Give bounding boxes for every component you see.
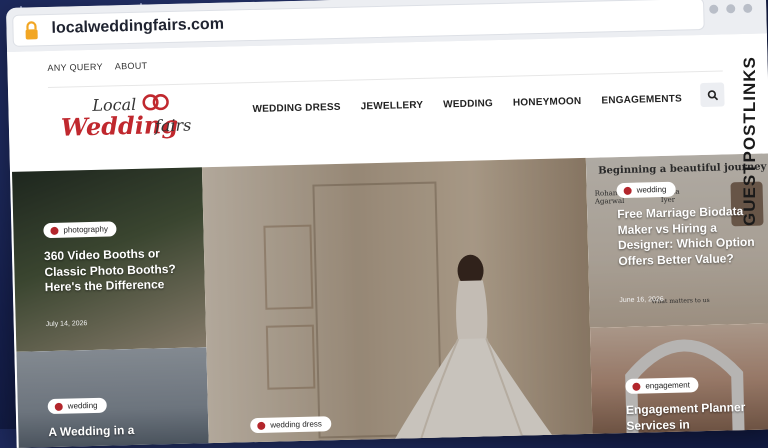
- web-page: ANY QUERY ABOUT Local Wedding fairs WEDD…: [7, 33, 768, 448]
- search-icon: [707, 89, 718, 100]
- post-card[interactable]: photography 360 Video Booths or Classic …: [12, 167, 207, 352]
- window-dot[interactable]: [709, 4, 719, 14]
- category-tag[interactable]: wedding: [47, 397, 107, 415]
- window-dot[interactable]: [743, 3, 753, 13]
- top-nav: ANY QUERY ABOUT: [47, 61, 723, 88]
- site-logo[interactable]: Local Wedding fairs: [54, 93, 195, 156]
- search-button[interactable]: [700, 82, 725, 108]
- lock-icon: [25, 21, 38, 40]
- window-dot[interactable]: [726, 4, 736, 14]
- image-overlay: [201, 157, 593, 448]
- post-card[interactable]: wedding A Wedding in a: [16, 347, 209, 448]
- post-date: July 14, 2026: [45, 320, 88, 329]
- nav-honeymoon[interactable]: HONEYMOON: [513, 96, 582, 109]
- top-nav-about[interactable]: ABOUT: [115, 61, 148, 72]
- logo-text-fairs: fairs: [154, 115, 192, 136]
- nav-engagements[interactable]: ENGAGEMENTS: [601, 94, 682, 107]
- post-card[interactable]: engagement Engagement Planner Services i…: [589, 323, 768, 438]
- nav-wedding[interactable]: WEDDING: [443, 98, 493, 110]
- divider: [47, 70, 723, 88]
- browser-window: localweddingfairs.com ANY QUERY ABOUT Lo…: [6, 0, 768, 448]
- category-tag[interactable]: wedding: [616, 181, 676, 199]
- url-text: localweddingfairs.com: [51, 15, 225, 37]
- post-title[interactable]: 360 Video Booths or Classic Photo Booths…: [44, 245, 195, 295]
- post-date: June 16, 2026: [619, 296, 664, 305]
- side-brand-watermark: GUESTPOSTLINKS: [740, 56, 759, 226]
- nav-wedding-dress[interactable]: WEDDING DRESS: [252, 102, 340, 115]
- post-card[interactable]: wedding dress: [201, 157, 593, 448]
- category-tag[interactable]: engagement: [625, 377, 700, 394]
- top-nav-any-query[interactable]: ANY QUERY: [47, 62, 103, 73]
- main-nav: WEDDING DRESS JEWELLERY WEDDING HONEYMOO…: [252, 94, 682, 115]
- window-controls: [709, 3, 753, 14]
- category-tag[interactable]: wedding dress: [250, 416, 332, 434]
- featured-posts-grid: photography 360 Video Booths or Classic …: [12, 153, 768, 448]
- nav-jewellery[interactable]: JEWELLERY: [361, 100, 424, 113]
- category-tag[interactable]: photography: [43, 221, 118, 239]
